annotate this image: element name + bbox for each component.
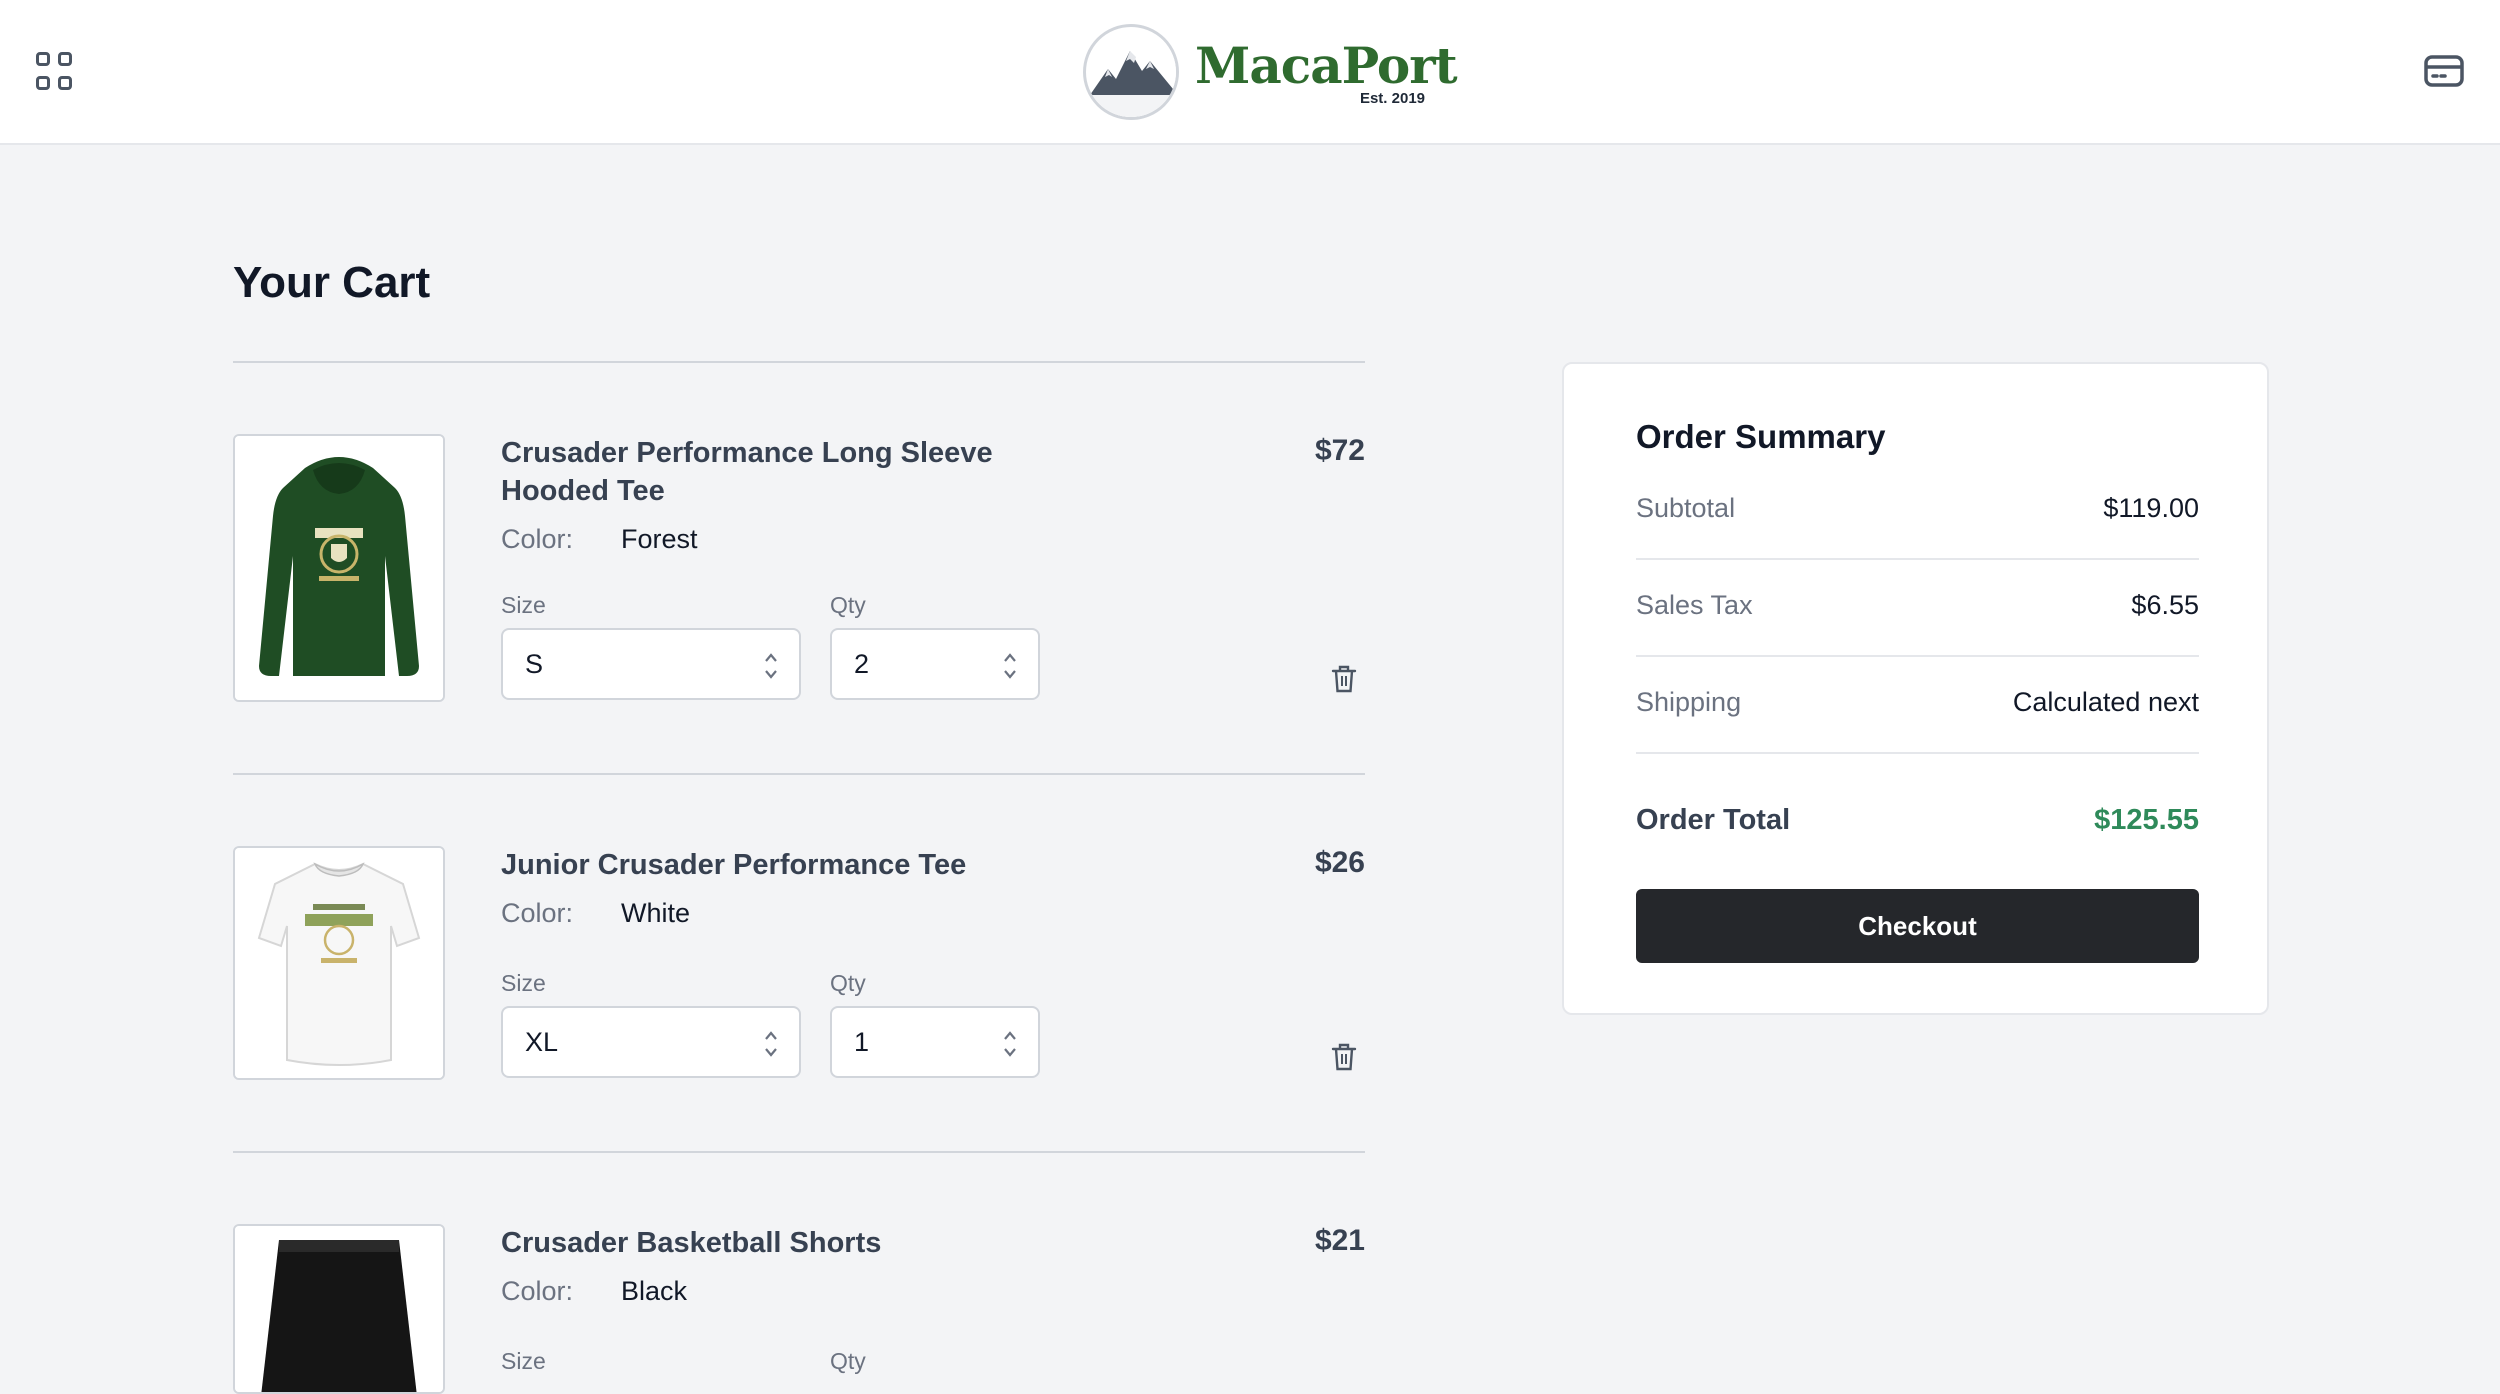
card-icon[interactable] xyxy=(2424,54,2464,88)
order-summary-title: Order Summary xyxy=(1636,418,1886,455)
size-select[interactable]: S xyxy=(501,628,801,700)
qty-select[interactable]: 2 xyxy=(830,628,1040,700)
chevron-up-down-icon xyxy=(1004,653,1016,679)
subtotal-row: Subtotal $119.00 xyxy=(1636,463,2199,560)
qty-label: Qty xyxy=(830,1348,866,1374)
trash-icon[interactable] xyxy=(1331,1042,1357,1072)
product-image[interactable] xyxy=(233,846,445,1080)
item-title[interactable]: Junior Crusader Performance Tee xyxy=(501,846,1061,884)
item-color-row: Color: Forest xyxy=(501,524,698,555)
size-select[interactable]: XL xyxy=(501,1006,801,1078)
qty-label: Qty xyxy=(830,970,866,996)
shipping-row: Shipping Calculated next xyxy=(1636,657,2199,754)
color-value: Forest xyxy=(621,524,698,554)
subtotal-label: Subtotal xyxy=(1636,493,1736,523)
divider xyxy=(233,1151,1365,1153)
chevron-up-down-icon xyxy=(1004,1031,1016,1057)
shipping-label: Shipping xyxy=(1636,687,1742,717)
qty-value: 2 xyxy=(854,648,870,679)
item-title[interactable]: Crusader Basketball Shorts xyxy=(501,1224,1061,1262)
size-value: XL xyxy=(525,1026,559,1057)
logo-wordmark: MacaPort xyxy=(1195,36,1458,95)
sales-tax-label: Sales Tax xyxy=(1636,590,1753,620)
checkout-button[interactable]: Checkout xyxy=(1636,889,2199,963)
item-price: $72 xyxy=(1314,434,1365,467)
size-label: Size xyxy=(501,970,546,996)
subtotal-value: $119.00 xyxy=(2103,493,2199,523)
item-price: $26 xyxy=(1314,846,1365,879)
chevron-up-down-icon xyxy=(765,653,777,679)
mountain-logo-icon xyxy=(1083,24,1179,120)
item-title[interactable]: Crusader Performance Long Sleeve Hooded … xyxy=(501,434,1061,510)
size-value: S xyxy=(525,648,544,679)
item-color-row: Color: White xyxy=(501,898,690,929)
cart-item: Crusader Performance Long Sleeve Hooded … xyxy=(233,434,1365,704)
product-image[interactable] xyxy=(233,434,445,702)
item-color-row: Color: Black xyxy=(501,1276,687,1307)
shipping-value: Calculated next xyxy=(2012,687,2199,717)
page-title: Your Cart xyxy=(233,258,431,307)
site-header: MacaPort Est. 2019 xyxy=(0,0,2500,145)
sales-tax-value: $6.55 xyxy=(2131,590,2199,620)
order-summary-card: Order Summary Subtotal $119.00 Sales Tax… xyxy=(1562,362,2269,1015)
logo-established: Est. 2019 xyxy=(1359,90,1425,107)
color-value: White xyxy=(621,898,691,928)
divider xyxy=(233,773,1365,775)
qty-label: Qty xyxy=(830,592,866,618)
color-value: Black xyxy=(621,1276,688,1306)
sales-tax-row: Sales Tax $6.55 xyxy=(1636,560,2199,657)
grid-menu-icon[interactable] xyxy=(36,52,76,92)
order-total-label: Order Total xyxy=(1636,804,1791,836)
size-label: Size xyxy=(501,1348,546,1374)
color-label: Color: xyxy=(501,524,574,554)
size-label: Size xyxy=(501,592,546,618)
cart-item: Junior Crusader Performance Tee $26 Colo… xyxy=(233,846,1365,1082)
order-total-value: $125.55 xyxy=(2094,804,2199,836)
qty-select[interactable]: 1 xyxy=(830,1006,1040,1078)
item-price: $21 xyxy=(1314,1224,1365,1257)
cart-item: Crusader Basketball Shorts $21 Color: Bla… xyxy=(233,1224,1365,1394)
color-label: Color: xyxy=(501,1276,574,1306)
color-label: Color: xyxy=(501,898,574,928)
product-image[interactable] xyxy=(233,1224,445,1394)
qty-value: 1 xyxy=(854,1026,870,1057)
site-logo[interactable]: MacaPort Est. 2019 xyxy=(1083,24,1458,120)
chevron-up-down-icon xyxy=(765,1031,777,1057)
trash-icon[interactable] xyxy=(1331,664,1357,694)
divider xyxy=(233,361,1365,363)
